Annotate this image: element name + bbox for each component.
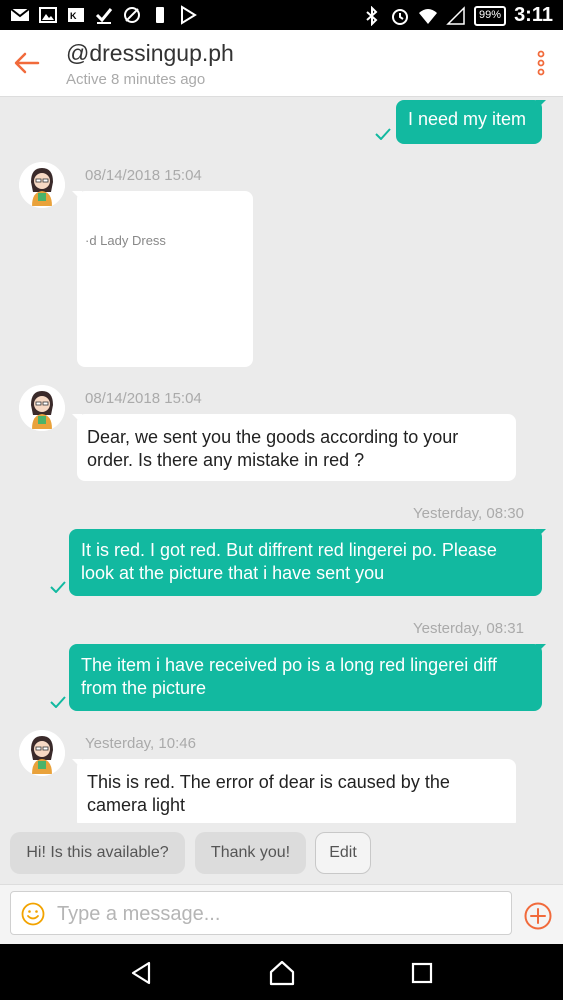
- nav-recents-icon[interactable]: [407, 958, 437, 988]
- outgoing-message[interactable]: It is red. I got red. But diffrent red l…: [69, 529, 542, 596]
- avatar[interactable]: [19, 162, 65, 208]
- alarm-icon: [392, 8, 409, 25]
- status-time: 3:11: [514, 4, 553, 26]
- read-check-icon: [50, 696, 66, 708]
- bubble-tail: [72, 191, 82, 201]
- message-timestamp: 08/14/2018 15:04: [85, 167, 202, 184]
- chat-header: @dressingup.ph Active 8 minutes ago: [0, 30, 563, 97]
- message-input-box[interactable]: [10, 891, 512, 935]
- incoming-message[interactable]: This is red. The error of dear is caused…: [77, 759, 516, 823]
- bubble-tail: [72, 414, 82, 424]
- mail-icon: [10, 8, 30, 21]
- read-check-icon: [50, 581, 66, 593]
- svg-text:K: K: [70, 11, 77, 21]
- bubble-tail: [536, 644, 546, 654]
- active-status: Active 8 minutes ago: [66, 71, 206, 88]
- avatar[interactable]: [19, 385, 65, 431]
- incoming-message[interactable]: Dear, we sent you the goods according to…: [77, 414, 516, 481]
- add-attachment-icon[interactable]: [523, 901, 553, 931]
- bluetooth-icon: [366, 5, 378, 26]
- message-timestamp: 08/14/2018 15:04: [85, 390, 202, 407]
- news-icon: K: [68, 8, 84, 22]
- wifi-icon: [419, 8, 438, 24]
- signal-icon: [446, 5, 465, 25]
- chat-title: @dressingup.ph: [66, 40, 234, 66]
- play-store-icon: [181, 5, 197, 25]
- check-icon: [95, 8, 113, 24]
- nav-back-icon[interactable]: [127, 958, 157, 988]
- status-bar: K 99% 3:11: [0, 0, 563, 30]
- outgoing-message[interactable]: The item i have received po is a long re…: [69, 644, 542, 711]
- image-icon: [39, 7, 57, 23]
- no-signal-icon: [124, 7, 140, 23]
- bubble-tail: [72, 759, 82, 769]
- bubble-tail: [536, 529, 546, 539]
- product-card[interactable]: ·d Lady Dress: [77, 191, 253, 367]
- seller-avatar-icon: [19, 385, 65, 431]
- message-list[interactable]: I need my item 08/14/2018 15:04 ·d Lady …: [0, 97, 563, 823]
- edit-quick-replies-button[interactable]: Edit: [315, 832, 371, 874]
- read-check-icon: [375, 128, 391, 140]
- bubble-tail: [536, 100, 546, 110]
- quick-reply-available[interactable]: Hi! Is this available?: [10, 832, 185, 874]
- outgoing-message[interactable]: I need my item: [396, 100, 542, 144]
- seller-avatar-icon: [19, 730, 65, 776]
- composer-bar: [0, 884, 563, 945]
- message-timestamp: Yesterday, 10:46: [85, 735, 196, 752]
- phone-icon: [156, 7, 164, 23]
- system-nav-bar: [0, 944, 563, 1000]
- battery-indicator: 99%: [474, 5, 507, 26]
- more-options-icon[interactable]: [533, 48, 549, 78]
- message-timestamp: Yesterday, 08:31: [413, 620, 524, 637]
- quick-reply-thank-you[interactable]: Thank you!: [195, 832, 306, 874]
- message-input[interactable]: [55, 898, 499, 930]
- message-timestamp: Yesterday, 08:30: [413, 505, 524, 522]
- emoji-icon[interactable]: [21, 902, 45, 926]
- product-name: ·d Lady Dress: [85, 233, 166, 248]
- back-arrow-icon[interactable]: [12, 48, 42, 78]
- seller-avatar-icon: [19, 162, 65, 208]
- avatar[interactable]: [19, 730, 65, 776]
- nav-home-icon[interactable]: [267, 958, 297, 988]
